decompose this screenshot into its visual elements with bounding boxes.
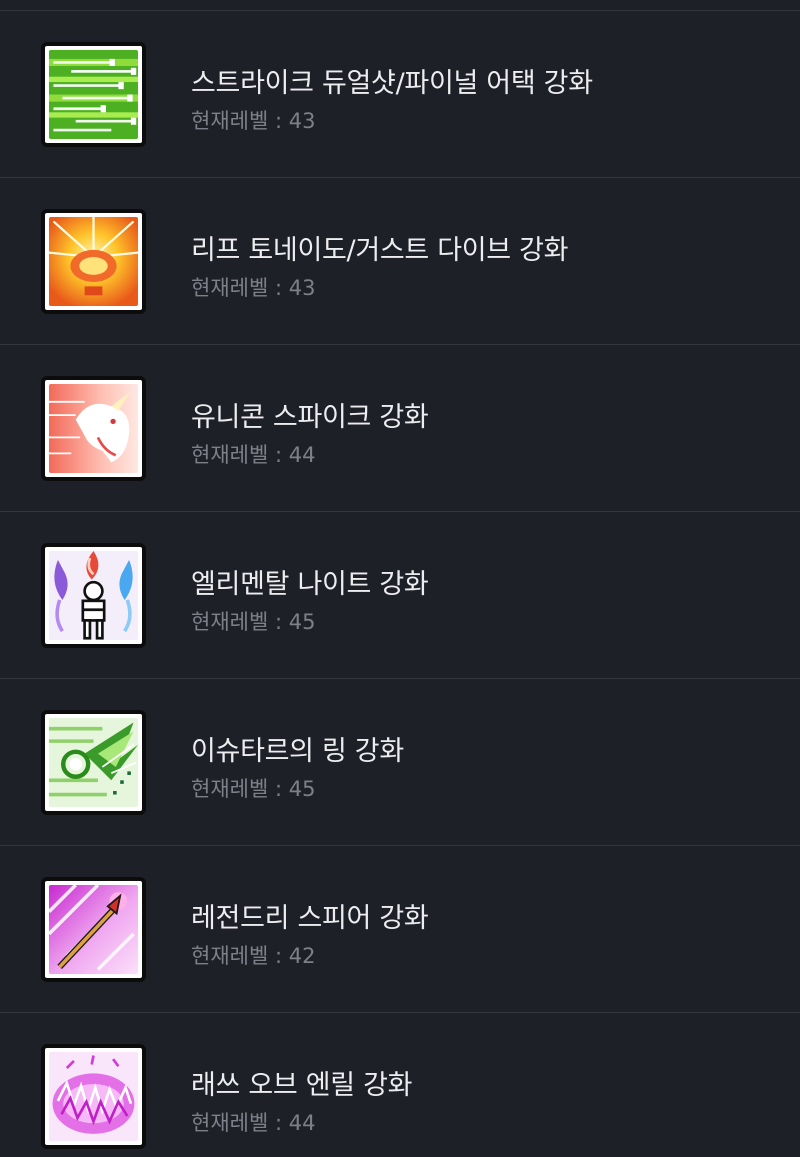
skill-row-elemental-knight[interactable]: 엘리멘탈 나이트 강화 현재레벨 : 45 bbox=[0, 512, 800, 679]
skill-level: 현재레벨 : 43 bbox=[191, 276, 316, 300]
skill-title: 이슈타르의 링 강화 bbox=[191, 736, 404, 767]
skill-title: 유니콘 스파이크 강화 bbox=[191, 402, 429, 433]
skill-icon-frame bbox=[41, 376, 146, 481]
skill-icon-frame bbox=[41, 543, 146, 648]
spear-icon bbox=[49, 885, 138, 974]
skill-row-leaf-tornado[interactable]: 리프 토네이도/거스트 다이브 강화 현재레벨 : 43 bbox=[0, 178, 800, 345]
skill-list: 스트라이크 듀얼샷/파이널 어택 강화 현재레벨 : 43 리프 토네이도/거스… bbox=[0, 0, 800, 1157]
skill-title: 래쓰 오브 엔릴 강화 bbox=[191, 1070, 413, 1101]
skill-level: 현재레벨 : 44 bbox=[191, 443, 316, 467]
elemental-knight-icon bbox=[49, 551, 138, 640]
arrow-volley-icon bbox=[49, 50, 138, 139]
skill-icon-frame bbox=[41, 877, 146, 982]
skill-row-wrath-of-enlil[interactable]: 래쓰 오브 엔릴 강화 현재레벨 : 44 bbox=[0, 1013, 800, 1157]
skill-icon-frame bbox=[41, 1044, 146, 1149]
skill-title: 스트라이크 듀얼샷/파이널 어택 강화 bbox=[191, 68, 593, 99]
skill-title: 엘리멘탈 나이트 강화 bbox=[191, 569, 429, 600]
skill-icon-frame bbox=[41, 710, 146, 815]
skill-row-ishtar-ring[interactable]: 이슈타르의 링 강화 현재레벨 : 45 bbox=[0, 679, 800, 846]
skill-icon-frame bbox=[41, 42, 146, 147]
skill-icon-frame bbox=[41, 209, 146, 314]
unicorn-icon bbox=[49, 384, 138, 473]
skill-level: 현재레벨 : 45 bbox=[191, 777, 316, 801]
skill-level: 현재레벨 : 42 bbox=[191, 944, 316, 968]
wrath-of-enlil-icon bbox=[49, 1052, 138, 1141]
skill-row-legendary-spear[interactable]: 레전드리 스피어 강화 현재레벨 : 42 bbox=[0, 846, 800, 1013]
skill-level: 현재레벨 : 43 bbox=[191, 109, 316, 133]
skill-level: 현재레벨 : 44 bbox=[191, 1111, 316, 1135]
skill-title: 리프 토네이도/거스트 다이브 강화 bbox=[191, 235, 569, 266]
ring-icon bbox=[49, 718, 138, 807]
skill-level: 현재레벨 : 45 bbox=[191, 610, 316, 634]
skill-row-strike-dual-shot[interactable]: 스트라이크 듀얼샷/파이널 어택 강화 현재레벨 : 43 bbox=[0, 11, 800, 178]
skill-row-unicorn-spike[interactable]: 유니콘 스파이크 강화 현재레벨 : 44 bbox=[0, 345, 800, 512]
skill-title: 레전드리 스피어 강화 bbox=[191, 903, 429, 934]
leaf-tornado-icon bbox=[49, 217, 138, 306]
